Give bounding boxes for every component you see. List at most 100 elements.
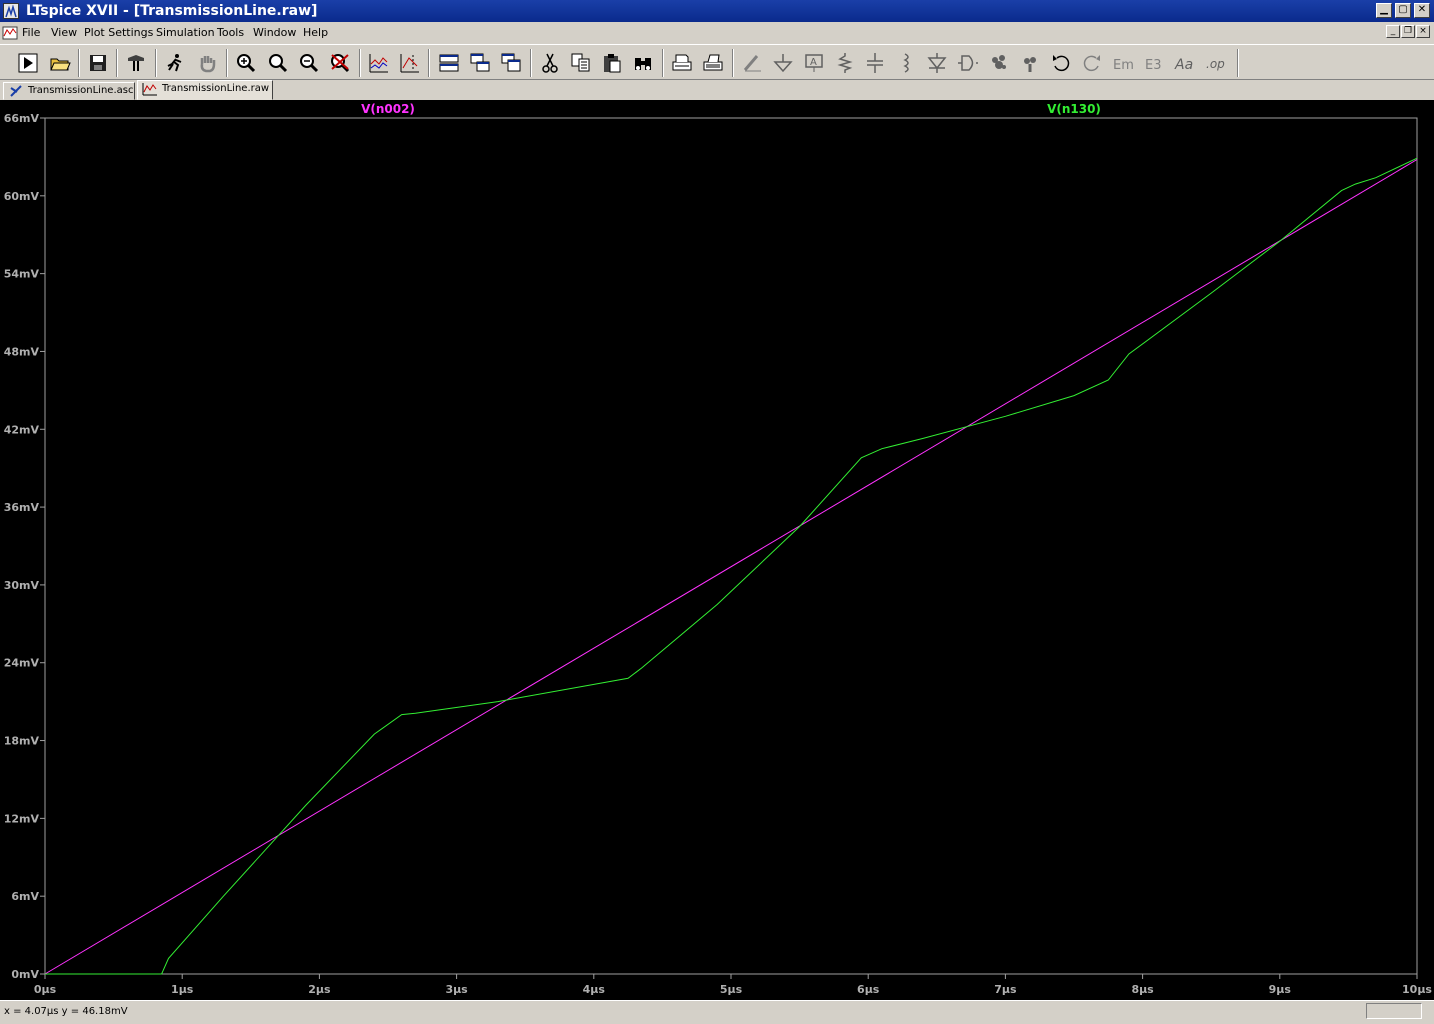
x-tick-label[interactable]: 2µs xyxy=(308,983,331,996)
zoom-cancel-icon[interactable] xyxy=(327,50,353,76)
y-tick-label[interactable]: 12mV xyxy=(4,812,40,825)
font-icon[interactable]: Aa xyxy=(1172,50,1198,76)
svg-text:Em: Em xyxy=(1113,58,1134,73)
print-icon[interactable] xyxy=(700,50,726,76)
trace-label[interactable]: V(n002) xyxy=(361,102,415,116)
y-tick-label[interactable]: 18mV xyxy=(4,735,40,748)
menu-simulation[interactable]: Simulation xyxy=(156,26,215,40)
menu-window[interactable]: Window xyxy=(253,26,296,40)
redo-icon[interactable] xyxy=(1079,50,1105,76)
minimize-button[interactable]: ▁ xyxy=(1376,3,1392,18)
svg-text:A: A xyxy=(810,57,817,68)
component-icon[interactable] xyxy=(955,50,981,76)
svg-text:E3: E3 xyxy=(1145,58,1162,73)
svg-text:.op: .op xyxy=(1206,57,1225,71)
menu-help[interactable]: Help xyxy=(303,26,328,40)
x-tick-label[interactable]: 3µs xyxy=(445,983,468,996)
undo-icon[interactable] xyxy=(1048,50,1074,76)
status-bar: x = 4.07µs y = 46.18mV xyxy=(0,1000,1434,1024)
y-tick-label[interactable]: 24mV xyxy=(4,657,40,670)
toolbar: A Em E3 Aa .op xyxy=(0,44,1434,80)
pan-hand-icon[interactable] xyxy=(194,50,220,76)
autorange-icon[interactable] xyxy=(366,50,392,76)
save-icon[interactable] xyxy=(85,50,111,76)
menu-view[interactable]: View xyxy=(51,26,77,40)
open-icon[interactable] xyxy=(47,50,73,76)
text-icon[interactable]: Em xyxy=(1110,50,1136,76)
tab-waveform[interactable]: TransmissionLine.raw xyxy=(137,80,273,100)
rotate-icon[interactable] xyxy=(986,50,1012,76)
y-tick-label[interactable]: 66mV xyxy=(4,112,40,125)
x-tick-label[interactable]: 10µs xyxy=(1402,983,1432,996)
print-preview-icon[interactable] xyxy=(669,50,695,76)
x-tick-label[interactable]: 7µs xyxy=(994,983,1017,996)
y-tick-label[interactable]: 54mV xyxy=(4,268,40,281)
x-tick-label[interactable]: 4µs xyxy=(583,983,606,996)
zoom-fit-icon[interactable] xyxy=(296,50,322,76)
paste-icon[interactable] xyxy=(599,50,625,76)
y-tick-label[interactable]: 48mV xyxy=(4,345,40,358)
document-tabs: TransmissionLine.asc TransmissionLine.ra… xyxy=(0,80,1434,100)
cut-icon[interactable] xyxy=(537,50,563,76)
label-icon[interactable]: A xyxy=(801,50,827,76)
zoom-out-icon[interactable] xyxy=(265,50,291,76)
menu-plot-settings[interactable]: Plot Settings xyxy=(84,26,153,40)
x-tick-label[interactable]: 6µs xyxy=(857,983,880,996)
y-tick-label[interactable]: 30mV xyxy=(4,579,40,592)
x-tick-label[interactable]: 8µs xyxy=(1131,983,1154,996)
y-tick-label[interactable]: 60mV xyxy=(4,190,40,203)
waveform-doc-icon[interactable] xyxy=(2,25,18,41)
tab-schematic[interactable]: TransmissionLine.asc xyxy=(3,82,135,100)
tile-horizontal-icon[interactable] xyxy=(436,50,462,76)
close-button[interactable]: ✕ xyxy=(1414,3,1430,18)
ground-icon[interactable] xyxy=(770,50,796,76)
trace-vn002[interactable] xyxy=(44,159,1418,975)
x-tick-label[interactable]: 5µs xyxy=(720,983,743,996)
wire-icon[interactable] xyxy=(739,50,765,76)
tab-label: TransmissionLine.raw xyxy=(162,83,270,94)
diode-icon[interactable] xyxy=(924,50,950,76)
maximize-button[interactable]: ▢ xyxy=(1395,3,1411,18)
svg-text:Aa: Aa xyxy=(1174,57,1193,73)
x-tick-label[interactable]: 9µs xyxy=(1269,983,1292,996)
tab-label: TransmissionLine.asc xyxy=(28,85,134,96)
inductor-icon[interactable] xyxy=(893,50,919,76)
cascade-icon[interactable] xyxy=(467,50,493,76)
capacitor-icon[interactable] xyxy=(862,50,888,76)
window-title: LTspice XVII - [TransmissionLine.raw] xyxy=(26,3,318,19)
waveform-chart[interactable]: 0mV 6mV 12mV 18mV 24mV 30mV 36mV 42mV 48mV 54mV 60… xyxy=(0,100,1434,1000)
schematic-icon xyxy=(10,85,22,97)
status-panel xyxy=(1366,1003,1422,1019)
copy-icon[interactable] xyxy=(568,50,594,76)
plot-pane[interactable]: 0mV 6mV 12mV 18mV 24mV 30mV 36mV 42mV 48mV 54mV 60… xyxy=(0,100,1434,1000)
ltspice-app-icon[interactable] xyxy=(3,3,19,19)
op-icon[interactable]: .op xyxy=(1203,50,1229,76)
menu-file[interactable]: File xyxy=(22,26,40,40)
mdi-close-button[interactable]: × xyxy=(1416,25,1430,38)
title-bar: LTspice XVII - [TransmissionLine.raw] ▁ … xyxy=(0,0,1434,22)
trace-label[interactable]: V(n130) xyxy=(1047,102,1101,116)
menu-tools[interactable]: Tools xyxy=(217,26,244,40)
x-tick-label[interactable]: 1µs xyxy=(171,983,194,996)
plot-frame xyxy=(44,117,1418,975)
y-tick-label[interactable]: 0mV xyxy=(11,968,39,981)
cursor-readout: x = 4.07µs y = 46.18mV xyxy=(4,1006,128,1017)
probe-icon[interactable] xyxy=(162,50,188,76)
run-icon[interactable] xyxy=(15,50,41,76)
mdi-minimize-button[interactable]: _ xyxy=(1386,25,1400,38)
waveform-icon xyxy=(142,83,157,96)
zoom-in-icon[interactable] xyxy=(233,50,259,76)
y-tick-label[interactable]: 42mV xyxy=(4,423,40,436)
y-tick-label[interactable]: 6mV xyxy=(11,890,39,903)
tile-vertical-icon[interactable] xyxy=(498,50,524,76)
mdi-restore-button[interactable]: ❐ xyxy=(1401,25,1415,38)
delete-trace-icon[interactable] xyxy=(397,50,423,76)
spice-directive-icon[interactable]: E3 xyxy=(1141,50,1167,76)
y-tick-label[interactable]: 36mV xyxy=(4,501,40,514)
find-icon[interactable] xyxy=(630,50,656,76)
resistor-icon[interactable] xyxy=(832,50,858,76)
control-panel-icon[interactable] xyxy=(123,50,149,76)
x-tick-label[interactable]: 0µs xyxy=(34,983,57,996)
menu-bar: File View Plot Settings Simulation Tools… xyxy=(0,22,1434,44)
mirror-icon[interactable] xyxy=(1017,50,1043,76)
